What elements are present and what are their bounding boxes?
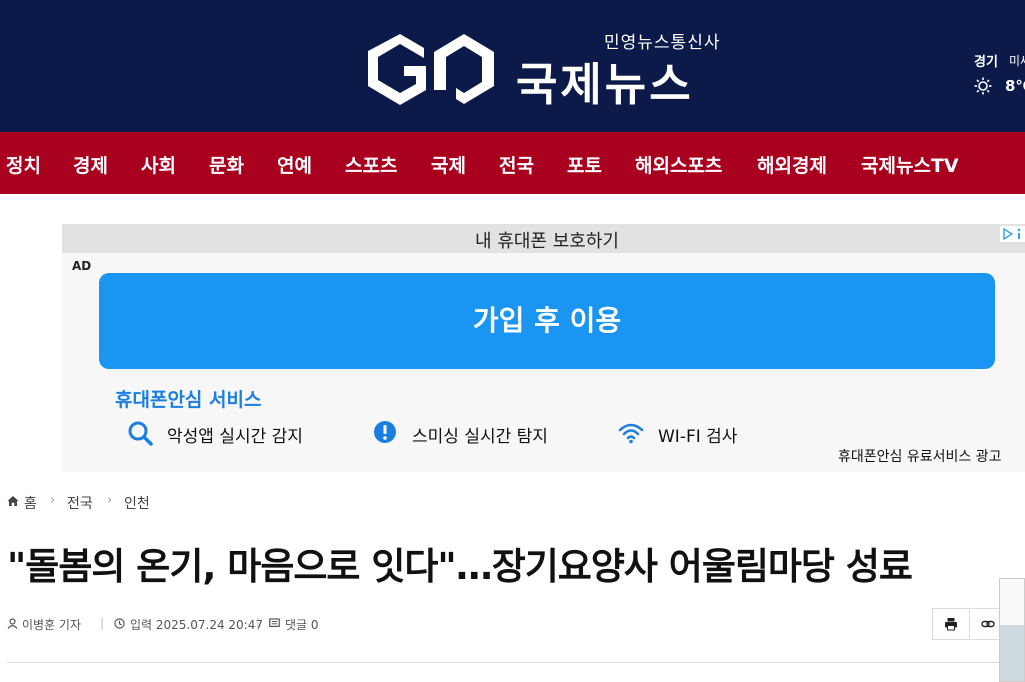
floating-side-widget[interactable] — [999, 578, 1025, 682]
print-button[interactable] — [933, 609, 969, 639]
site-logo[interactable]: 민영뉴스통신사 국제뉴스 — [366, 28, 726, 111]
article-headline: "돌봄의 온기, 마음으로 잇다"…장기요양사 어울림마당 성료 — [7, 545, 913, 588]
ad-feature-label: 악성앱 실시간 감지 — [167, 427, 303, 447]
comment-icon — [269, 618, 280, 628]
breadcrumb-section[interactable]: 전국 — [67, 493, 93, 513]
nav-item-politics[interactable]: 정치 — [6, 151, 41, 178]
site-header: 민영뉴스통신사 국제뉴스 경기 미세먼지 8℃ — [0, 0, 1025, 132]
chevron-right-icon: › — [107, 493, 113, 508]
breadcrumb-region[interactable]: 인천 — [124, 493, 150, 513]
main-nav: 정치 경제 사회 문화 연예 스포츠 국제 전국 포토 해외스포츠 해외경제 국… — [0, 132, 1025, 194]
nav-item-society[interactable]: 사회 — [141, 151, 176, 178]
ad-service-name: 휴대폰안심 서비스 — [115, 389, 262, 411]
nav-item-culture[interactable]: 문화 — [209, 151, 244, 178]
logo-mark-icon — [368, 34, 494, 105]
weather-temperature: 8℃ — [1005, 77, 1025, 95]
sun-icon — [974, 77, 992, 95]
article-divider — [7, 662, 1025, 663]
nav-item-photo[interactable]: 포토 — [567, 151, 602, 178]
article-author[interactable]: 이병훈 기자 — [22, 616, 81, 633]
article-published: 입력 2025.07.24 20:47 — [130, 618, 263, 632]
user-icon — [7, 618, 18, 629]
clock-icon — [114, 618, 125, 629]
article-comments[interactable]: 댓글 0 — [285, 616, 319, 633]
nav-item-economy[interactable]: 경제 — [73, 151, 108, 178]
side-widget-thumbnail — [1000, 625, 1024, 681]
nav-item-international[interactable]: 국제 — [431, 151, 466, 178]
ad-title: 내 휴대폰 보호하기 — [475, 231, 619, 252]
print-icon — [945, 618, 957, 631]
ad-banner[interactable]: 내 휴대폰 보호하기 AD 가입 후 이용 휴대폰안심 서비스 악성앱 실시간 … — [62, 224, 1025, 472]
meta-divider: | — [100, 616, 105, 630]
nav-item-overseas-sports[interactable]: 해외스포츠 — [635, 151, 722, 178]
nav-item-sports[interactable]: 스포츠 — [345, 151, 397, 178]
weather-dust: 미세먼지 — [1009, 54, 1025, 68]
nav-item-entertainment[interactable]: 연예 — [277, 151, 312, 178]
site-name: 국제뉴스 — [516, 58, 694, 111]
ad-feature-label: 스미싱 실시간 탐지 — [412, 427, 548, 447]
wifi-icon — [618, 423, 644, 444]
ad-disclaimer: 휴대폰안심 유료서비스 광고 — [838, 449, 1002, 465]
link-icon — [980, 620, 995, 628]
nav-item-tv[interactable]: 국제뉴스TV — [861, 151, 959, 178]
ad-badge: AD — [72, 259, 92, 273]
ad-cta-button[interactable]: 가입 후 이용 — [99, 273, 995, 369]
nav-item-overseas-economy[interactable]: 해외경제 — [757, 151, 827, 178]
home-icon[interactable] — [7, 495, 19, 507]
meta-divider: | — [256, 616, 261, 630]
search-icon — [128, 421, 153, 446]
weather-region: 경기 — [974, 55, 998, 70]
ad-choices-icon[interactable] — [1000, 226, 1025, 242]
chevron-right-icon: › — [50, 493, 56, 508]
ad-feature-label: WI-FI 검사 — [658, 427, 738, 447]
breadcrumb-home[interactable]: 홈 — [24, 493, 37, 513]
nav-item-national[interactable]: 전국 — [499, 151, 534, 178]
alert-icon — [374, 421, 396, 443]
